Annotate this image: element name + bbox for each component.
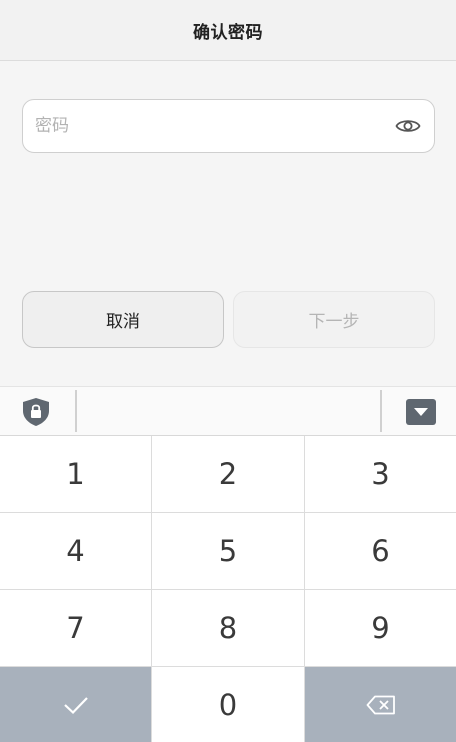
title-bar: 确认密码 [0,0,456,61]
confirm-key[interactable] [0,667,152,742]
shield-lock-icon [23,398,49,426]
key-8[interactable]: 8 [152,590,305,667]
key-6[interactable]: 6 [305,513,456,590]
key-2[interactable]: 2 [152,436,305,513]
key-0[interactable]: 0 [152,667,305,742]
eye-icon[interactable] [392,110,424,142]
toolbar-divider [380,390,382,432]
key-5[interactable]: 5 [152,513,305,590]
next-button[interactable]: 下一步 [233,291,435,348]
keyboard-collapse-icon[interactable] [406,399,436,425]
key-7[interactable]: 7 [0,590,152,667]
key-1[interactable]: 1 [0,436,152,513]
key-4[interactable]: 4 [0,513,152,590]
page-title: 确认密码 [193,22,263,43]
password-field[interactable] [22,99,435,153]
keyboard-toolbar [0,386,456,436]
cancel-button[interactable]: 取消 [22,291,224,348]
delete-key[interactable] [305,667,456,742]
checkmark-icon [63,696,88,714]
toolbar-divider [75,390,77,432]
key-3[interactable]: 3 [305,436,456,513]
numeric-keypad: 1 2 3 4 5 6 7 8 9 0 [0,436,456,742]
key-9[interactable]: 9 [305,590,456,667]
password-input[interactable] [35,116,392,136]
backspace-icon [366,695,395,714]
confirm-password-screen: 确认密码 取消 下一步 1 2 3 4 5 6 7 8 9 0 [0,0,456,742]
